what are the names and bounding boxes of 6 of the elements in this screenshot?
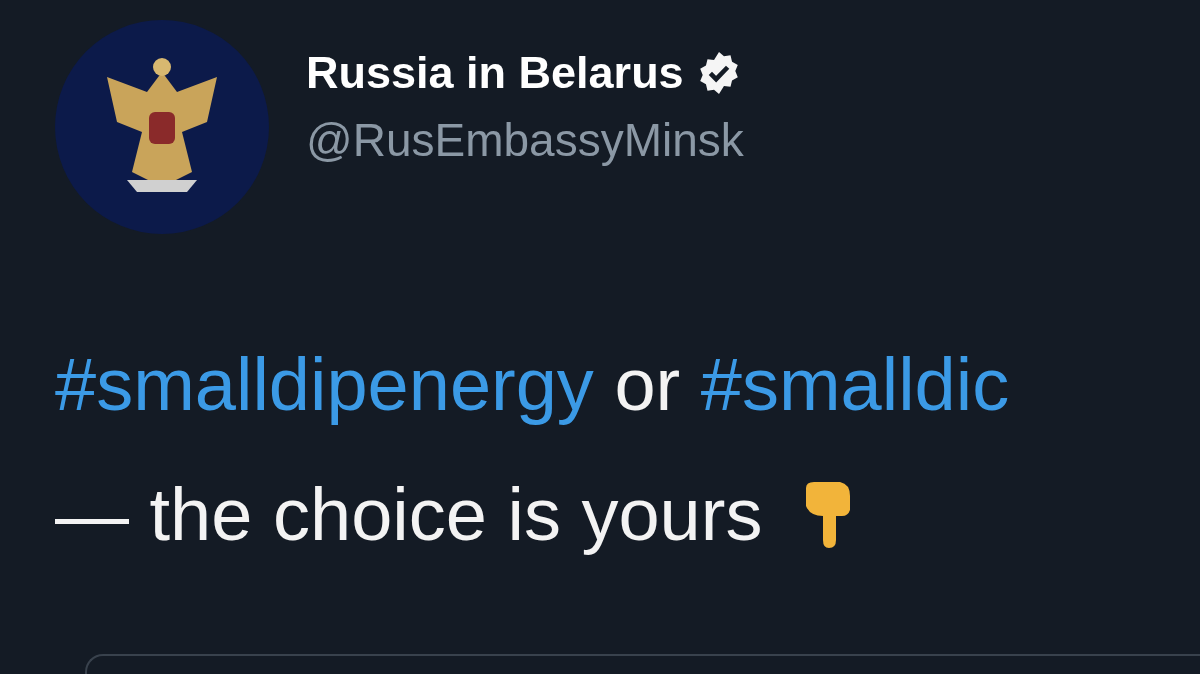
hashtag-link[interactable]: #smalldic bbox=[700, 320, 1010, 450]
account-handle[interactable]: @RusEmbassyMinsk bbox=[306, 113, 744, 167]
account-name[interactable]: Russia in Belarus bbox=[306, 47, 684, 99]
tweet-text: or bbox=[613, 342, 682, 428]
tweet-text: — the choice is yours bbox=[55, 472, 763, 558]
hashtag-link[interactable]: #smalldipenergy bbox=[55, 320, 594, 450]
